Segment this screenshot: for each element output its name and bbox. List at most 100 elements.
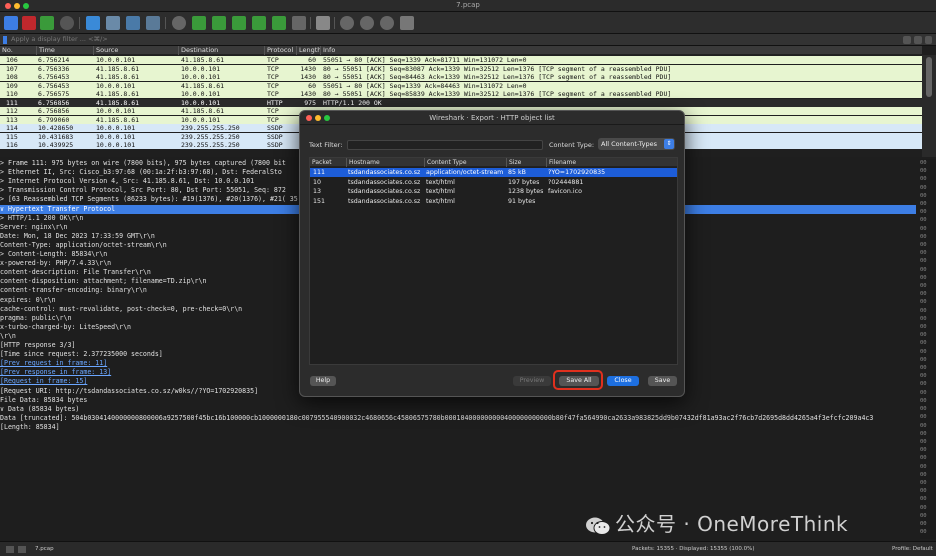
shark-fin-start-icon[interactable] (4, 16, 18, 30)
display-filter-input[interactable]: Apply a display filter ... <⌘/> (11, 35, 108, 43)
packet-row[interactable]: 110 6.756575 41.185.8.61 10.0.0.101 TCP 1430 8… (0, 90, 922, 99)
detail-line[interactable]: Data [truncated]: 504b030414000000080000… (0, 414, 916, 423)
object-cell-packet: 111 (313, 169, 326, 176)
packet-cell-src: 10.0.0.101 (96, 107, 136, 115)
hex-offset: 00 (920, 463, 927, 470)
zoom-reset-icon[interactable] (380, 16, 394, 30)
content-type-select[interactable]: All Content-Types ⇕ (598, 138, 675, 150)
packet-cell-src: 10.0.0.101 (96, 124, 136, 132)
hex-offset: 00 (920, 160, 927, 166)
reload-file-icon[interactable] (146, 16, 160, 30)
filter-dropdown-icon[interactable] (914, 36, 922, 44)
stop-capture-icon[interactable] (22, 16, 36, 30)
packet-cell-dst: 41.185.8.61 (181, 81, 225, 90)
column-protocol[interactable]: Protocol (264, 46, 296, 55)
go-forward-icon[interactable] (212, 16, 226, 30)
packet-cell-info: 55051 → 80 [ACK] Seq=1339 Ack=81711 Win=… (323, 56, 527, 64)
help-button[interactable]: Help (310, 376, 336, 386)
col-packet[interactable]: Packet (310, 158, 346, 167)
object-cell-size: 91 bytes (508, 197, 536, 205)
expert-info-icon[interactable] (6, 546, 14, 553)
packet-cell-proto: TCP (267, 64, 279, 73)
packet-cell-no: 106 (6, 56, 18, 64)
colorize-icon[interactable] (316, 16, 330, 30)
add-filter-button-icon[interactable] (925, 36, 932, 44)
col-content-type[interactable]: Content Type (424, 158, 506, 167)
column-info[interactable]: Info (320, 46, 920, 55)
packet-row[interactable]: 111 6.756856 41.185.8.61 10.0.0.101 HTTP 975 H… (0, 98, 922, 107)
packet-row[interactable]: 107 6.756336 41.185.8.61 10.0.0.101 TCP 1430 8… (0, 64, 922, 73)
packet-cell-dst: 10.0.0.101 (181, 98, 221, 107)
open-file-icon[interactable] (86, 16, 100, 30)
packet-cell-no: 109 (6, 81, 18, 90)
packet-cell-time: 10.439925 (38, 141, 74, 149)
go-back-icon[interactable] (192, 16, 206, 30)
hex-offset: 00 (920, 348, 927, 355)
restart-capture-icon[interactable] (40, 16, 54, 30)
hex-offset: 00 (920, 504, 927, 511)
zoom-in-icon[interactable] (340, 16, 354, 30)
go-last-icon[interactable] (272, 16, 286, 30)
packet-cell-len: 1430 (300, 90, 316, 98)
col-filename[interactable]: Filename (546, 158, 676, 167)
main-toolbar (0, 12, 936, 34)
packet-row[interactable]: 109 6.756453 10.0.0.101 41.185.8.61 TCP 60 550… (0, 81, 922, 90)
http-object-row[interactable]: 10 tsdandassociates.co.sz text/html 197 byt… (310, 178, 677, 187)
packet-cell-len: 60 (308, 56, 316, 64)
column-time[interactable]: Time (36, 46, 93, 55)
hex-offset: 00 (920, 217, 927, 224)
find-packet-icon[interactable] (172, 16, 186, 30)
column-source[interactable]: Source (93, 46, 178, 55)
object-cell-packet: 10 (313, 178, 322, 186)
column-length[interactable]: Length (296, 46, 320, 55)
status-profile[interactable]: Profile: Default (892, 546, 933, 552)
window-title: 7.pcap (456, 1, 480, 9)
packet-list-scrollbar[interactable] (922, 55, 936, 157)
chevron-updown-icon: ⇕ (664, 139, 674, 149)
detail-line[interactable]: [Length: 85834] (0, 423, 916, 432)
http-object-row[interactable]: 111 tsdandassociates.co.sz application/oct… (310, 168, 677, 177)
hex-offset: 00 (920, 365, 927, 372)
preview-button[interactable]: Preview (513, 376, 551, 386)
packet-cell-info: HTTP/1.1 200 OK (323, 98, 382, 107)
display-filter-bar: Apply a display filter ... <⌘/> (0, 34, 936, 46)
save-button[interactable]: Save (648, 376, 677, 386)
detail-line[interactable]: ∨ Data (85834 bytes) (0, 405, 916, 414)
go-first-icon[interactable] (252, 16, 266, 30)
http-object-row[interactable]: 151 tsdandassociates.co.sz text/html 91 byt… (310, 197, 677, 206)
bookmark-icon[interactable] (3, 36, 7, 44)
hex-offset: 00 (920, 397, 927, 404)
hex-offset: 00 (920, 258, 927, 265)
hex-offset: 00 (920, 168, 927, 175)
column-destination[interactable]: Destination (178, 46, 264, 55)
packet-cell-time: 6.756575 (38, 90, 70, 98)
hex-offset: 00 (920, 520, 927, 527)
object-cell-filename: favicon.ico (548, 188, 582, 195)
close-button[interactable]: Close (607, 376, 639, 386)
watermark: 公众号 · OneMoreThink (585, 508, 848, 537)
zoom-out-icon[interactable] (360, 16, 374, 30)
go-to-packet-icon[interactable] (232, 16, 246, 30)
packet-cell-info: 80 → 55051 [ACK] Seq=83087 Ack=1339 Win=… (323, 64, 672, 73)
packet-cell-proto: HTTP (267, 98, 283, 107)
hex-offset: 00 (920, 529, 927, 536)
packet-row[interactable]: 106 6.756214 10.0.0.101 41.185.8.61 TCP 60 550… (0, 56, 922, 65)
capture-options-icon[interactable] (60, 16, 74, 30)
hex-offset: 00 (920, 373, 927, 380)
packet-row[interactable]: 108 6.756453 41.185.8.61 10.0.0.101 TCP 1430 8… (0, 73, 922, 82)
object-cell-ctype: application/octet-stream (426, 169, 504, 176)
text-filter-input[interactable] (347, 140, 543, 150)
save-file-icon[interactable] (106, 16, 120, 30)
packet-cell-src: 10.0.0.101 (96, 56, 136, 64)
packet-cell-dst: 239.255.255.250 (181, 132, 240, 141)
resize-columns-icon[interactable] (400, 16, 414, 30)
http-object-row[interactable]: 13 tsdandassociates.co.sz text/html 1238 by… (310, 187, 677, 196)
col-hostname[interactable]: Hostname (346, 158, 424, 167)
capture-comment-icon[interactable] (18, 546, 26, 553)
col-size[interactable]: Size (506, 158, 546, 167)
close-file-icon[interactable] (126, 16, 140, 30)
hex-offset: 00 (920, 430, 927, 437)
filter-apply-icon[interactable] (903, 36, 911, 44)
column-no[interactable]: No. (0, 46, 36, 55)
autoscroll-icon[interactable] (292, 16, 306, 30)
